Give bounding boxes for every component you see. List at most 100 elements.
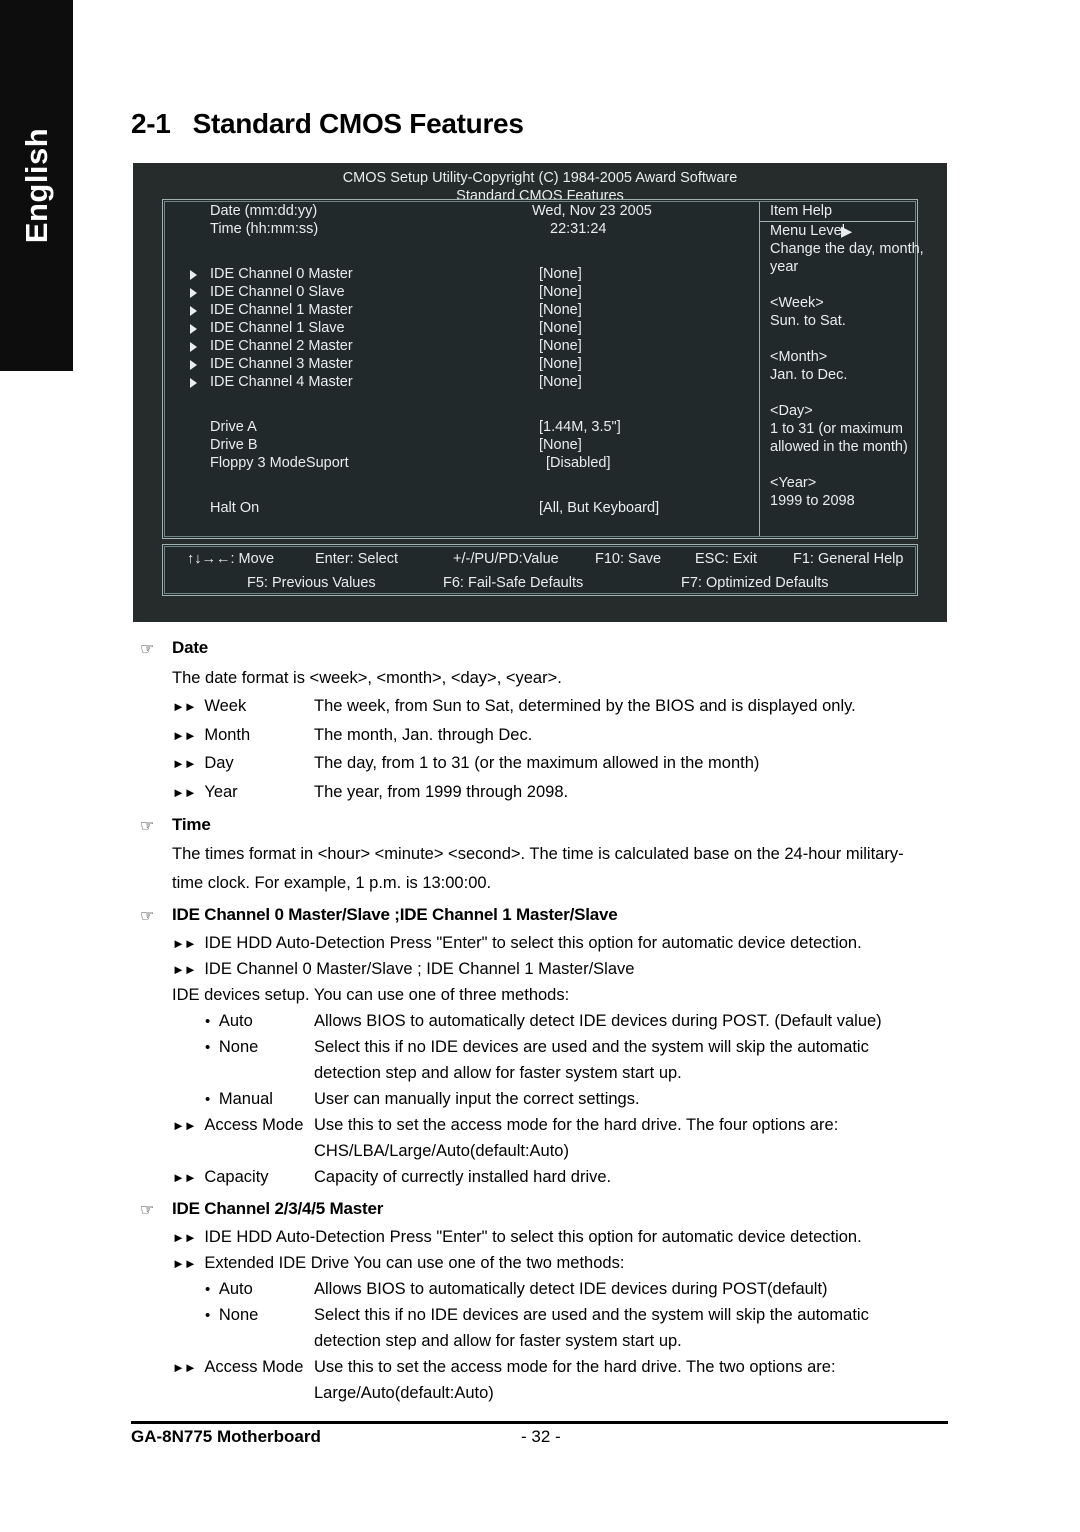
bios-row-date-value: Wed, Nov 23 2005 — [532, 203, 652, 219]
ide01-sub-1: ►► IDE HDD Auto-Detection Press "Enter" … — [172, 934, 862, 953]
ide01-access-mode-desc: Use this to set the access mode for the … — [314, 1116, 839, 1134]
bios-row-halt-on-value: [All, But Keyboard] — [539, 500, 660, 516]
bios-row-floppy-3-mode[interactable]: Floppy 3 ModeSuport [Disabled] — [165, 454, 757, 472]
bios-spacer — [165, 472, 757, 490]
footer-page-number: - 32 - — [521, 1427, 561, 1446]
item-help-line: 1 to 31 (or maximum — [770, 421, 903, 437]
heading-date: ☞ Date — [140, 638, 208, 658]
double-arrow-icon: ►► — [172, 1256, 197, 1271]
date-item-desc: The year, from 1999 through 2098. — [314, 783, 569, 801]
ide2345-option-desc-cont: detection step and allow for faster syst… — [314, 1332, 682, 1350]
key-esc-exit: ESC: Exit — [695, 551, 758, 567]
triangle-right-icon — [190, 306, 197, 316]
bios-row-drive-b[interactable]: Drive B [None] — [165, 436, 757, 454]
ide01-access-mode: ►► Access Mode — [172, 1116, 303, 1135]
ide2345-option: • None — [205, 1306, 258, 1325]
bios-row-ide[interactable]: IDE Channel 0 Slave [None] — [165, 283, 757, 301]
triangle-right-icon — [190, 288, 197, 298]
bios-row-ide-label: IDE Channel 2 Master — [210, 338, 353, 354]
heading-ide-channel-2345-text: IDE Channel 2/3/4/5 Master — [172, 1199, 384, 1218]
item-help-panel: Item Help Menu Level▶ Change the day, mo… — [759, 202, 924, 536]
bios-row-floppy-3-mode-value: [Disabled] — [546, 455, 611, 471]
item-help-line: 1999 to 2098 — [770, 493, 855, 509]
item-help-line: <Week> — [770, 295, 824, 311]
item-help-spacer — [760, 384, 915, 402]
bios-row-drive-b-label: Drive B — [210, 437, 258, 453]
bios-key-legend-row-1: ↑↓→←: Move Enter: Select +/-/PU/PD:Value… — [165, 547, 915, 571]
bios-row-ide-value: [None] — [539, 374, 582, 390]
ide2345-sub-1-text: IDE HDD Auto-Detection Press "Enter" to … — [204, 1228, 862, 1246]
ide01-capacity-desc: Capacity of currectly installed hard dri… — [314, 1168, 612, 1186]
bios-row-floppy-3-mode-label: Floppy 3 ModeSuport — [210, 455, 349, 471]
ide01-option-term: Auto — [218, 1012, 253, 1030]
date-item: ►► Week — [172, 697, 246, 716]
key-f7-optimized: F7: Optimized Defaults — [681, 575, 829, 591]
item-help-line: <Year> — [770, 475, 817, 491]
date-item-desc: The day, from 1 to 31 (or the maximum al… — [314, 754, 760, 772]
date-item-desc: The month, Jan. through Dec. — [314, 726, 533, 744]
bios-row-ide[interactable]: IDE Channel 4 Master [None] — [165, 373, 757, 391]
ide2345-option-term: Auto — [218, 1280, 253, 1298]
ide01-intro: IDE devices setup. You can use one of th… — [172, 986, 570, 1004]
heading-time-text: Time — [172, 815, 211, 834]
double-arrow-icon: ►► — [172, 756, 197, 771]
ide01-access-mode-desc-2: CHS/LBA/Large/Auto(default:Auto) — [314, 1142, 569, 1160]
item-help-title: Item Help — [760, 202, 915, 222]
ide01-option-term: Manual — [218, 1090, 273, 1108]
bios-spacer — [165, 391, 757, 409]
bios-row-halt-on-label: Halt On — [210, 500, 260, 516]
item-help-line: Sun. to Sat. — [770, 313, 846, 329]
bios-row-ide-label: IDE Channel 4 Master — [210, 374, 353, 390]
bios-row-date[interactable]: Date (mm:dd:yy) Wed, Nov 23 2005 — [165, 202, 757, 220]
bios-row-ide[interactable]: IDE Channel 1 Slave [None] — [165, 319, 757, 337]
bios-row-ide[interactable]: IDE Channel 2 Master [None] — [165, 337, 757, 355]
bios-settings-list: Date (mm:dd:yy) Wed, Nov 23 2005 Time (h… — [165, 202, 757, 597]
double-arrow-icon: ►► — [172, 936, 197, 951]
item-help-spacer — [760, 276, 915, 294]
date-item-desc: The week, from Sun to Sat, determined by… — [314, 697, 856, 715]
date-item-term: Week — [204, 697, 247, 715]
item-help-line: Change the day, month, — [770, 241, 924, 257]
bios-row-ide-label: IDE Channel 1 Master — [210, 302, 353, 318]
ide2345-sub-1: ►► IDE HDD Auto-Detection Press "Enter" … — [172, 1228, 862, 1247]
triangle-right-icon — [190, 270, 197, 280]
bios-key-legend: ↑↓→←: Move Enter: Select +/-/PU/PD:Value… — [162, 544, 918, 596]
bios-row-drive-a-label: Drive A — [210, 419, 257, 435]
bios-row-drive-a[interactable]: Drive A [1.44M, 3.5"] — [165, 418, 757, 436]
bios-spacer — [165, 409, 757, 418]
menu-level-label: Menu Level — [770, 223, 845, 239]
ide01-capacity: ►► Capacity — [172, 1168, 269, 1187]
bios-row-time[interactable]: Time (hh:mm:ss) 22:31:24 — [165, 220, 757, 238]
key-value: +/-/PU/PD:Value — [453, 551, 559, 567]
bios-row-ide[interactable]: IDE Channel 1 Master [None] — [165, 301, 757, 319]
pointing-hand-icon: ☞ — [140, 1202, 155, 1219]
date-item: ►► Day — [172, 754, 234, 773]
bios-row-ide-value: [None] — [539, 320, 582, 336]
bios-spacer — [165, 490, 757, 499]
footer-product-name: GA-8N775 Motherboard — [131, 1427, 321, 1446]
ide2345-access-mode: ►► Access Mode — [172, 1358, 303, 1377]
bios-key-legend-row-2: F5: Previous Values F6: Fail-Safe Defaul… — [165, 571, 915, 595]
ide01-sub-2: ►► IDE Channel 0 Master/Slave ; IDE Chan… — [172, 960, 634, 979]
ide01-option-desc: User can manually input the correct sett… — [314, 1090, 640, 1108]
bios-row-halt-on[interactable]: Halt On [All, But Keyboard] — [165, 499, 757, 517]
bios-spacer — [165, 535, 757, 544]
bios-row-drive-b-value: [None] — [539, 437, 582, 453]
ide01-access-mode-term: Access Mode — [204, 1116, 304, 1134]
ide01-option-term: None — [218, 1038, 259, 1056]
bios-row-drive-a-value: [1.44M, 3.5"] — [539, 419, 621, 435]
date-item-term: Day — [204, 754, 234, 772]
ide01-option: • Manual — [205, 1090, 273, 1109]
bios-row-ide-value: [None] — [539, 302, 582, 318]
bios-row-ide[interactable]: IDE Channel 0 Master [None] — [165, 265, 757, 283]
bios-spacer — [165, 517, 757, 535]
bios-row-date-label: Date (mm:dd:yy) — [210, 203, 318, 219]
bullet-dot-icon: • — [205, 1039, 211, 1056]
ide01-option: • Auto — [205, 1012, 253, 1031]
double-arrow-icon: ►► — [172, 1170, 197, 1185]
item-help-spacer — [760, 330, 915, 348]
date-item-term: Year — [204, 783, 238, 801]
key-enter: Enter: Select — [315, 551, 399, 567]
ide01-capacity-term: Capacity — [204, 1168, 269, 1186]
bios-row-ide[interactable]: IDE Channel 3 Master [None] — [165, 355, 757, 373]
